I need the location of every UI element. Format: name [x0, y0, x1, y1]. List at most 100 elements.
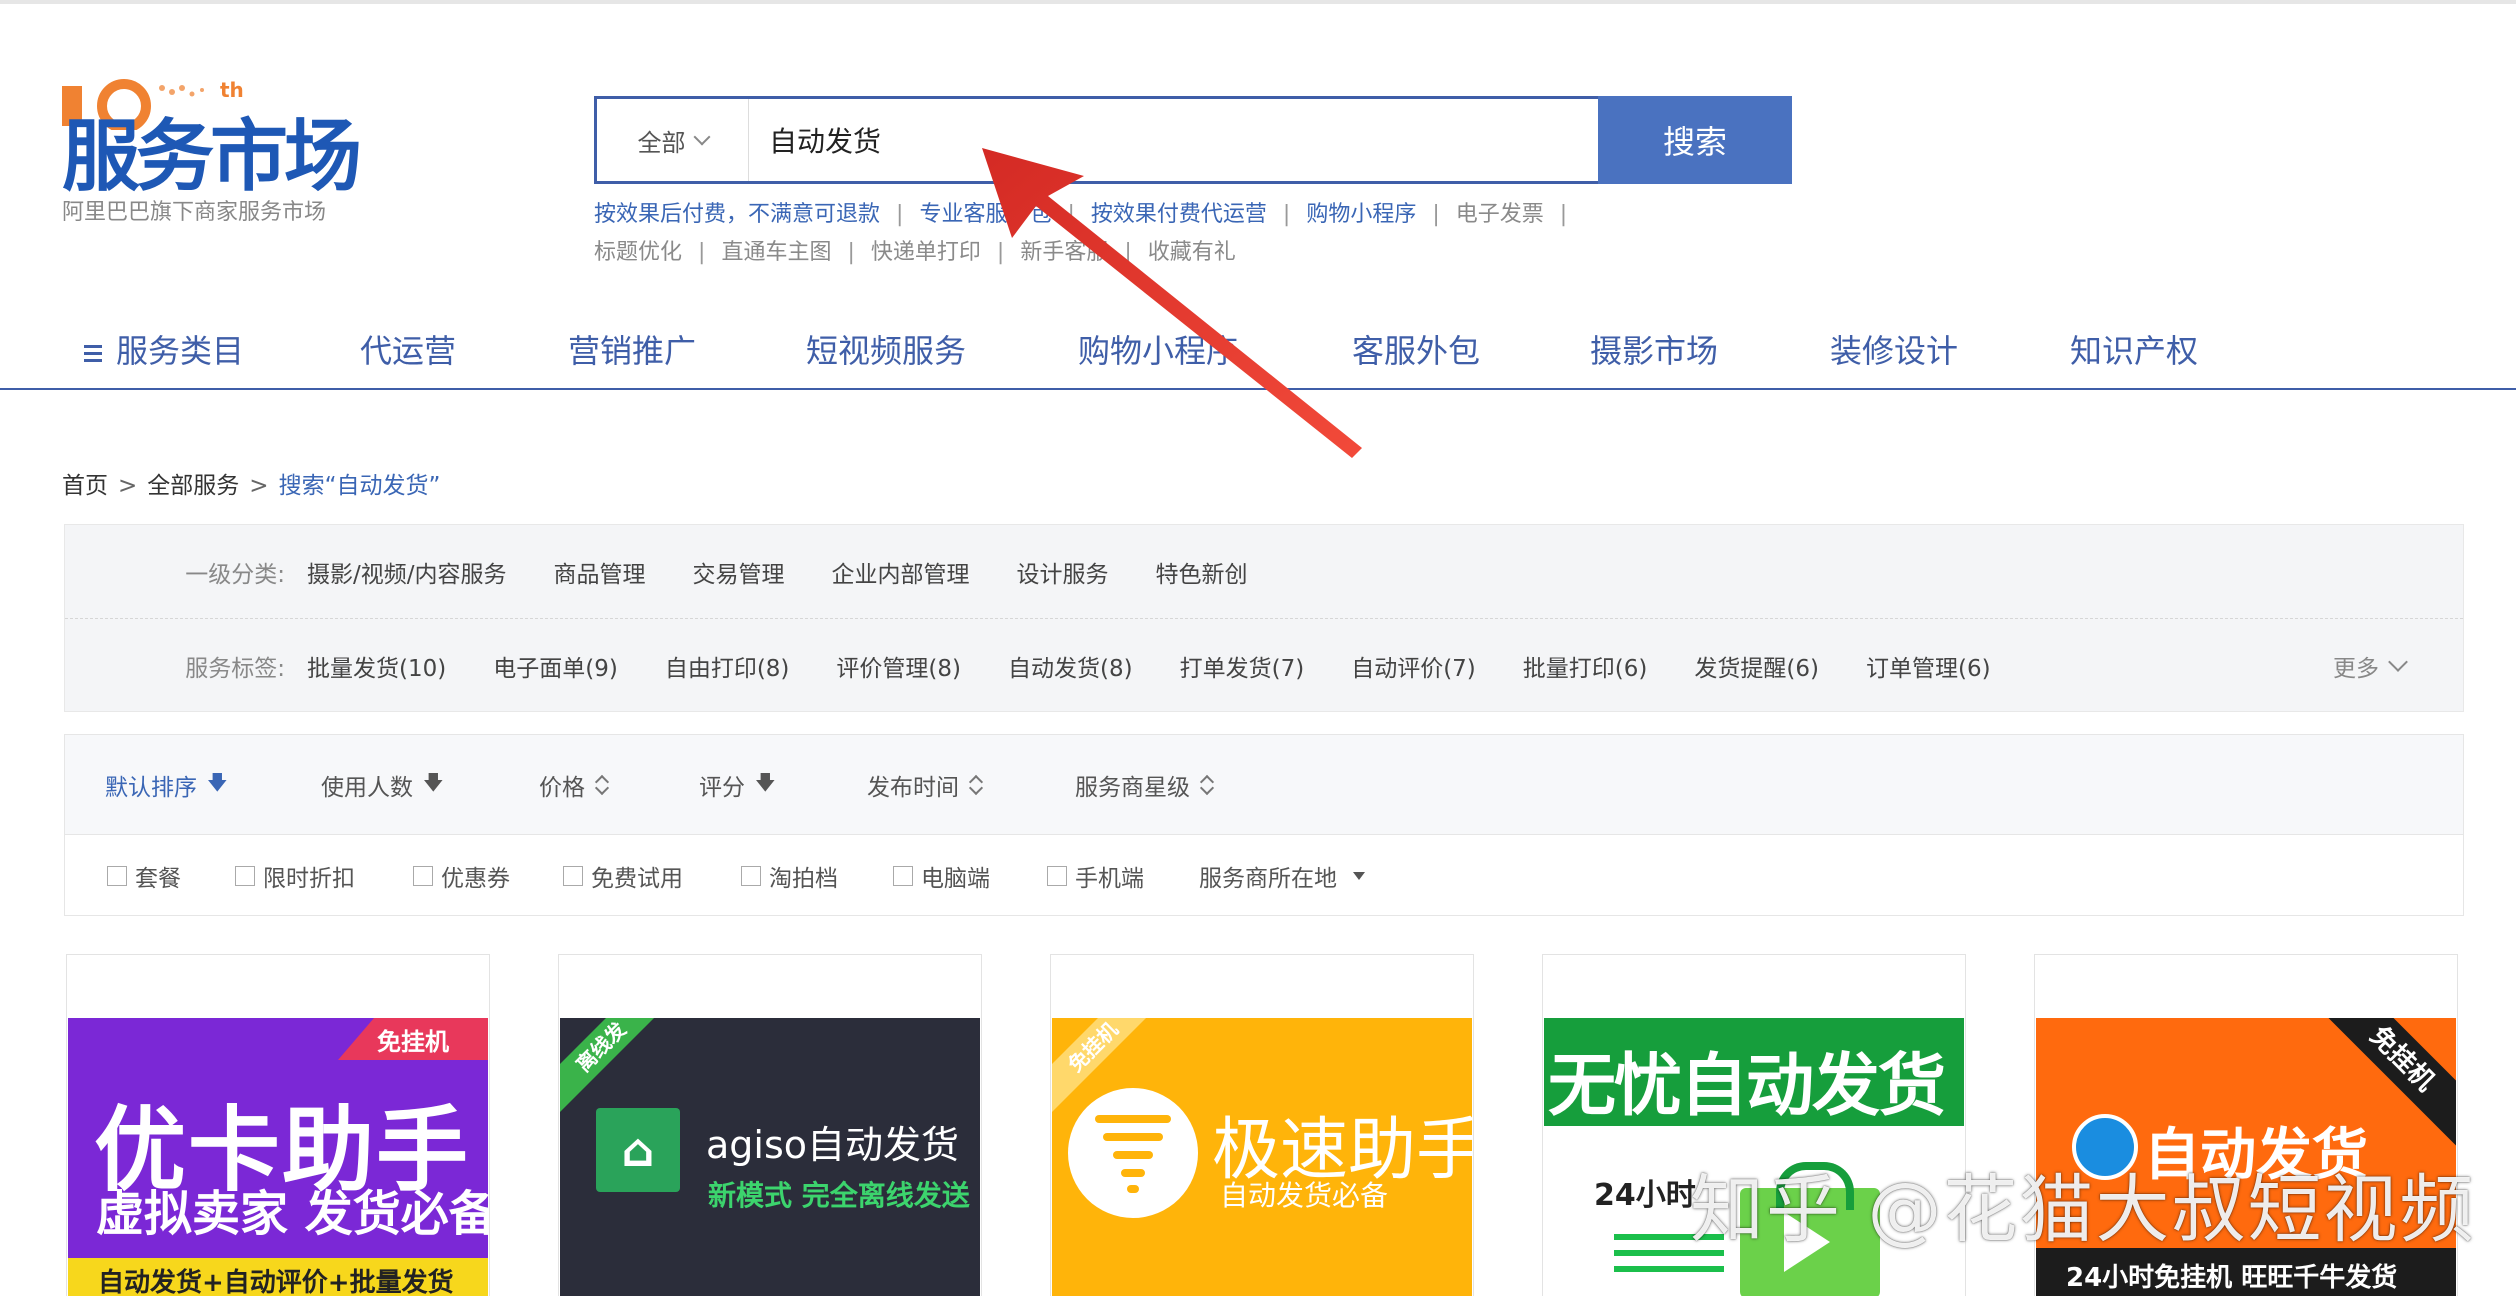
nav-item[interactable]: 摄影市场 [1590, 326, 1718, 372]
nav-item[interactable]: 知识产权 [2070, 326, 2198, 372]
category-label: 一级分类: [185, 561, 285, 588]
nav-item[interactable]: 营销推广 [568, 326, 696, 372]
checkbox-discount[interactable]: 限时折扣 [235, 835, 355, 917]
breadcrumb: 首页 > 全部服务 > 搜索“自动发货” [62, 473, 441, 499]
card-image[interactable]: 免挂机 优卡助手 虚拟卖家 发货必备 自动发货+自动评价+批量发货 [68, 1018, 488, 1296]
sort-updown-icon [1200, 775, 1212, 795]
sort-publish-time[interactable]: 发布时间 [867, 735, 981, 835]
nav-item[interactable]: 装修设计 [1830, 326, 1958, 372]
main-nav: 服务类目 代运营 营销推广 短视频服务 购物小程序 客服外包 摄影市场 装修设计… [0, 318, 2516, 390]
hotlink[interactable]: 标题优化 [594, 234, 682, 272]
tag-option[interactable]: 批量打印(6) [1523, 649, 1648, 683]
checkbox-row: 套餐 限时折扣 优惠券 免费试用 淘拍档 电脑端 手机端 服务商所在地 [65, 835, 2463, 917]
sort-provider-stars[interactable]: 服务商星级 [1075, 735, 1212, 835]
tag-filter-row: 服务标签: 批量发货(10) 电子面单(9) 自由打印(8) 评价管理(8) 自… [65, 619, 2463, 713]
hotlink[interactable]: 直通车主图 [721, 234, 831, 272]
chevron-down-icon [2388, 652, 2408, 672]
tag-option[interactable]: 自动发货(8) [1008, 649, 1133, 683]
category-option[interactable]: 交易管理 [693, 555, 785, 589]
category-option[interactable]: 企业内部管理 [832, 555, 970, 589]
breadcrumb-home[interactable]: 首页 [62, 473, 108, 499]
tag-option[interactable]: 订单管理(6) [1866, 649, 1991, 683]
checkbox-pc[interactable]: 电脑端 [893, 835, 990, 917]
hot-links: 按效果后付费，不满意可退款 | 专业客服外包 | 按效果付费代运营 | 购物小程序 | … [594, 196, 1794, 272]
watermark-text: 知乎 @花猫大叔短视频 [1690, 1167, 2476, 1253]
arrow-down-icon: 🡇 [755, 770, 776, 794]
tag-option[interactable]: 自由打印(8) [665, 649, 790, 683]
card-ribbon: 离线发 [560, 1018, 674, 1120]
checkbox-taopaidang[interactable]: 淘拍档 [741, 835, 838, 917]
card-title: 无忧自动发货 [1548, 1047, 1946, 1126]
tag-option[interactable]: 批量发货(10) [307, 649, 446, 683]
search-scope-dropdown[interactable]: 全部 [597, 99, 749, 181]
category-option[interactable]: 设计服务 [1017, 555, 1109, 589]
tag-option[interactable]: 电子面单(9) [493, 649, 618, 683]
hotlink[interactable]: 电子发票 [1456, 196, 1544, 234]
nav-item[interactable]: 购物小程序 [1078, 326, 1238, 372]
chevron-down-icon [693, 128, 710, 146]
tag-option[interactable]: 自动评价(7) [1351, 649, 1476, 683]
card-tag: 免挂机 [338, 1018, 488, 1060]
card-subtitle: 自动发货必备 [1220, 1179, 1389, 1212]
caret-down-icon [1353, 872, 1365, 880]
tag-option[interactable]: 发货提醒(6) [1694, 649, 1819, 683]
search-scope-label: 全部 [637, 128, 686, 157]
checkbox-mobile[interactable]: 手机端 [1047, 835, 1144, 917]
logo-subtitle: 阿里巴巴旗下商家服务市场 [62, 200, 327, 225]
site-logo[interactable]: th 服务市场 阿里巴巴旗下商家服务市场 [62, 78, 392, 228]
sort-users[interactable]: 使用人数 🡇 [321, 735, 444, 835]
search-input[interactable] [749, 99, 1598, 181]
card-footer: 自动发货+自动评价+批量发货 [68, 1258, 488, 1296]
card-title: agiso自动发货 [706, 1123, 960, 1167]
hotlink[interactable]: 收藏有礼 [1148, 234, 1236, 272]
category-filter-row: 一级分类: 摄影/视频/内容服务 商品管理 交易管理 企业内部管理 设计服务 特… [65, 525, 2463, 619]
sort-panel: 默认排序 🡇 使用人数 🡇 价格 评分 🡇 发布时间 服务商星级 套餐 限时折扣 优惠… [64, 734, 2464, 916]
hotlink[interactable]: 快递单打印 [871, 234, 981, 272]
service-card[interactable]: 免挂机 极速助手 自动发货必备 [1050, 954, 1474, 1296]
hotlink[interactable]: 新手客服 [1020, 234, 1108, 272]
card-image[interactable]: 离线发 ⌂ agiso自动发货 新模式 完全离线发送 [560, 1018, 980, 1296]
search-button[interactable]: 搜索 [1598, 96, 1792, 184]
breadcrumb-all[interactable]: 全部服务 [147, 473, 239, 499]
card-subtitle: 虚拟卖家 发货必备 [96, 1186, 488, 1242]
tag-option[interactable]: 评价管理(8) [836, 649, 961, 683]
checkbox-package[interactable]: 套餐 [107, 835, 181, 917]
card-subtitle: 新模式 完全离线发送 [708, 1179, 970, 1212]
service-card[interactable]: 离线发 ⌂ agiso自动发货 新模式 完全离线发送 [558, 954, 982, 1296]
sort-rating[interactable]: 评分 🡇 [699, 735, 776, 835]
checkbox-coupon[interactable]: 优惠券 [413, 835, 510, 917]
hotlink[interactable]: 专业客服外包 [919, 196, 1051, 234]
tag-label: 服务标签: [185, 656, 285, 682]
location-dropdown[interactable]: 服务商所在地 [1199, 835, 1365, 917]
top-border [0, 0, 2516, 4]
sort-default[interactable]: 默认排序 🡇 [105, 735, 228, 835]
hotlink[interactable]: 按效果付费代运营 [1091, 196, 1267, 234]
sort-updown-icon [969, 775, 981, 795]
search-bar: 全部 搜索 [594, 96, 1792, 184]
agiso-logo-icon: ⌂ [596, 1108, 680, 1192]
tag-option[interactable]: 打单发货(7) [1180, 649, 1305, 683]
nav-service-categories[interactable]: 服务类目 [84, 326, 244, 372]
card-image[interactable]: 免挂机 极速助手 自动发货必备 [1052, 1018, 1472, 1296]
sort-price[interactable]: 价格 [539, 735, 607, 835]
checkbox-free-trial[interactable]: 免费试用 [563, 835, 683, 917]
breadcrumb-current: 搜索“自动发货” [278, 473, 441, 499]
card-subtitle: 24小时 [1594, 1178, 1696, 1213]
logo-wordmark: 服务市场 [62, 112, 362, 202]
category-option[interactable]: 商品管理 [554, 555, 646, 589]
nav-item[interactable]: 短视频服务 [806, 326, 966, 372]
category-option[interactable]: 摄影/视频/内容服务 [307, 555, 507, 589]
nav-item[interactable]: 代运营 [360, 326, 456, 372]
menu-icon [84, 341, 102, 366]
service-card[interactable]: 免挂机 优卡助手 虚拟卖家 发货必备 自动发货+自动评价+批量发货 [66, 954, 490, 1296]
hotlink[interactable]: 按效果后付费，不满意可退款 [594, 196, 880, 234]
more-tags-button[interactable]: 更多 [2333, 619, 2408, 713]
category-option[interactable]: 特色新创 [1156, 555, 1248, 589]
hotlink[interactable]: 购物小程序 [1306, 196, 1416, 234]
arrow-down-icon: 🡇 [207, 770, 228, 794]
nav-item[interactable]: 客服外包 [1352, 326, 1480, 372]
sort-updown-icon [595, 775, 607, 795]
tornado-icon [1068, 1088, 1198, 1218]
sort-row: 默认排序 🡇 使用人数 🡇 价格 评分 🡇 发布时间 服务商星级 [65, 735, 2463, 835]
logo-th: th [220, 78, 244, 102]
